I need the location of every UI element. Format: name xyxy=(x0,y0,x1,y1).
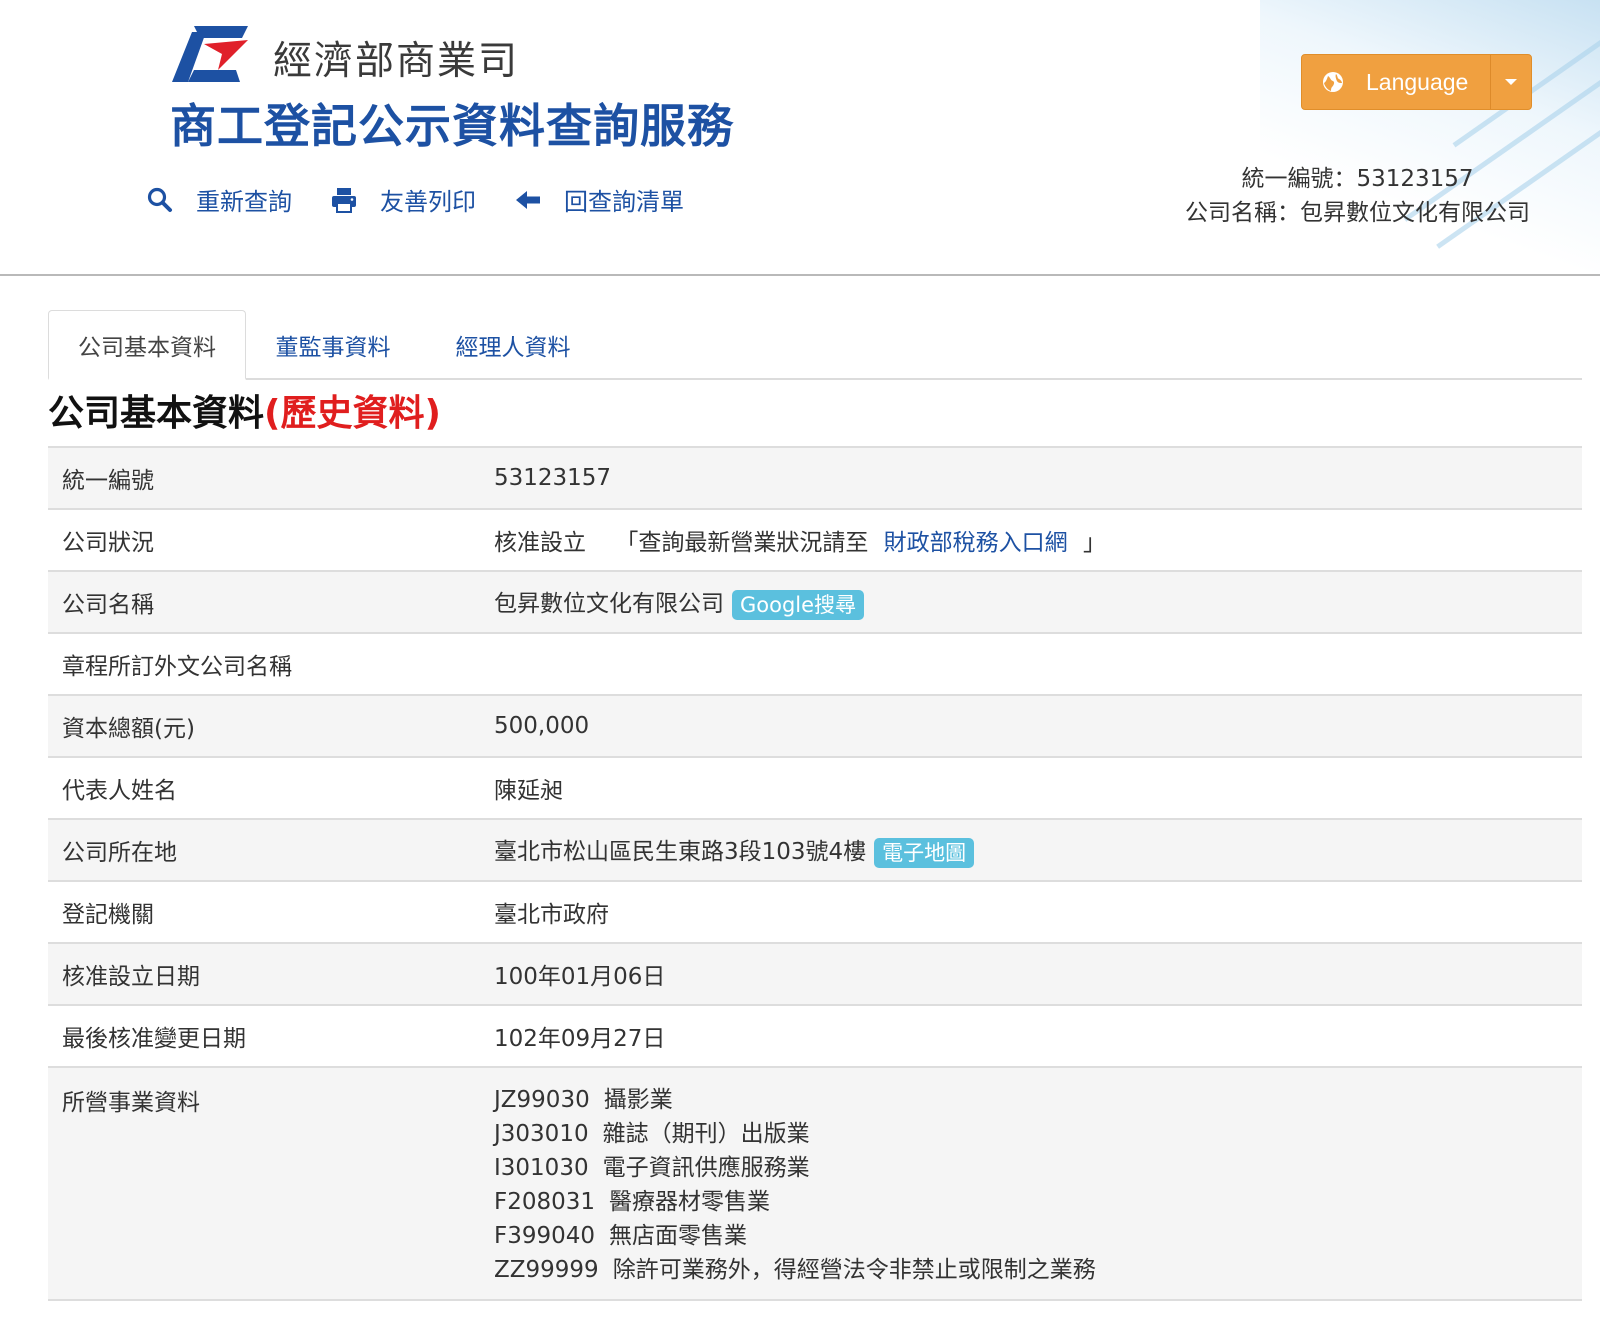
language-button-main[interactable]: Language xyxy=(1302,55,1490,109)
company-name-value: 包昇數位文化有限公司 xyxy=(494,591,724,618)
ministry-name: 經濟部商業司 xyxy=(273,39,520,84)
business-desc: 醫療器材零售業 xyxy=(609,1189,771,1215)
map-button[interactable]: 電子地圖 xyxy=(874,837,975,868)
row-key: 所營事業資料 xyxy=(62,1090,200,1116)
business-item: F208031 醫療器材零售業 xyxy=(494,1185,1582,1219)
row-key: 最後核准變更日期 xyxy=(62,1026,246,1052)
business-item: J303010 雜誌（期刊）出版業 xyxy=(494,1117,1582,1151)
business-code: JZ99030 xyxy=(494,1087,590,1113)
row-key: 核准設立日期 xyxy=(62,964,200,990)
business-item: ZZ99999 除許可業務外，得經營法令非禁止或限制之業務 xyxy=(494,1253,1582,1287)
table-row: 所營事業資料 JZ99030 攝影業 J303010 雜誌（期刊）出版業 I3010… xyxy=(48,1068,1582,1301)
history-label: (歷史資料) xyxy=(264,393,441,434)
row-key: 章程所訂外文公司名稱 xyxy=(62,654,292,680)
row-key: 公司名稱 xyxy=(62,592,154,618)
tab-bar: 公司基本資料 董監事資料 經理人資料 xyxy=(48,310,1582,380)
tab-company-basic[interactable]: 公司基本資料 xyxy=(48,310,246,380)
business-code: J303010 xyxy=(494,1121,589,1147)
table-row: 章程所訂外文公司名稱 xyxy=(48,634,1582,696)
action-nav: 重新查詢 友善列印 回查詢清單 xyxy=(146,182,722,217)
ministry-logo xyxy=(172,26,248,82)
print-icon xyxy=(332,187,356,213)
print-label: 友善列印 xyxy=(380,188,476,216)
business-desc: 無店面零售業 xyxy=(609,1223,748,1249)
row-key: 資本總額(元) xyxy=(62,716,195,742)
section-title: 公司基本資料(歷史資料) xyxy=(48,384,441,436)
table-row: 公司所在地 臺北市松山區民生東路3段103號4樓 電子地圖 xyxy=(48,820,1582,882)
status-value: 核准設立 xyxy=(494,530,586,556)
business-code: I301030 xyxy=(494,1155,589,1181)
row-value: 102年09月27日 xyxy=(494,1026,666,1052)
business-desc: 除許可業務外，得經營法令非禁止或限制之業務 xyxy=(612,1257,1096,1283)
google-search-button[interactable]: Google搜尋 xyxy=(732,589,865,620)
new-search-label: 重新查詢 xyxy=(196,188,292,216)
tab-directors[interactable]: 董監事資料 xyxy=(258,310,408,380)
summary-company-name: 公司名稱：包昇數位文化有限公司 xyxy=(1185,200,1530,226)
company-info-table: 統一編號 53123157 公司狀況 核准設立 「查詢最新營業狀況請至 財政部稅… xyxy=(48,446,1582,1301)
business-code: F399040 xyxy=(494,1223,596,1249)
table-row: 最後核准變更日期 102年09月27日 xyxy=(48,1006,1582,1068)
globe-icon xyxy=(1323,72,1343,92)
back-to-list-link[interactable]: 回查詢清單 xyxy=(514,182,684,217)
row-key: 代表人姓名 xyxy=(62,778,177,804)
business-code: ZZ99999 xyxy=(494,1257,599,1283)
business-item: F399040 無店面零售業 xyxy=(494,1219,1582,1253)
service-title: 商工登記公示資料查詢服務 xyxy=(170,99,734,153)
row-value: 陳延昶 xyxy=(494,778,563,804)
row-key: 登記機關 xyxy=(62,902,154,928)
address-value: 臺北市松山區民生東路3段103號4樓 xyxy=(494,839,867,866)
new-search-link[interactable]: 重新查詢 xyxy=(146,182,292,217)
table-row: 公司狀況 核准設立 「查詢最新營業狀況請至 財政部稅務入口網 」 xyxy=(48,510,1582,572)
row-value: 核准設立 「查詢最新營業狀況請至 財政部稅務入口網 」 xyxy=(494,523,1582,557)
row-value: 臺北市松山區民生東路3段103號4樓 電子地圖 xyxy=(494,832,1582,868)
row-key: 統一編號 xyxy=(62,468,154,494)
row-value: 臺北市政府 xyxy=(494,902,609,928)
table-row: 資本總額(元) 500,000 xyxy=(48,696,1582,758)
summary-uid: 統一編號：53123157 xyxy=(1241,166,1474,192)
status-note-prefix: 「查詢最新營業狀況請至 xyxy=(615,530,869,556)
row-value: 500,000 xyxy=(494,713,590,739)
language-caret[interactable] xyxy=(1490,55,1531,109)
row-value: 53123157 xyxy=(494,465,612,491)
status-note-suffix: 」 xyxy=(1082,530,1106,556)
tab-managers[interactable]: 經理人資料 xyxy=(438,310,588,380)
business-desc: 雜誌（期刊）出版業 xyxy=(602,1121,810,1147)
table-row: 代表人姓名 陳延昶 xyxy=(48,758,1582,820)
section-title-text: 公司基本資料 xyxy=(48,393,265,434)
back-to-list-label: 回查詢清單 xyxy=(564,188,684,216)
business-item: JZ99030 攝影業 xyxy=(494,1083,1582,1117)
business-code: F208031 xyxy=(494,1189,596,1215)
tax-portal-link[interactable]: 財政部稅務入口網 xyxy=(884,530,1068,556)
table-row: 核准設立日期 100年01月06日 xyxy=(48,944,1582,1006)
print-link[interactable]: 友善列印 xyxy=(330,182,476,217)
language-dropdown-button[interactable]: Language xyxy=(1301,54,1532,110)
page-header: 經濟部商業司 商工登記公示資料查詢服務 重新查詢 友善列印 回查詢清單 Lang… xyxy=(0,0,1600,276)
chevron-down-icon xyxy=(1505,79,1517,85)
business-desc: 電子資訊供應服務業 xyxy=(602,1155,810,1181)
arrow-left-icon xyxy=(516,190,540,209)
business-list: JZ99030 攝影業 J303010 雜誌（期刊）出版業 I301030 電子資訊供… xyxy=(494,1083,1582,1287)
company-summary: 統一編號：53123157 公司名稱：包昇數位文化有限公司 xyxy=(1185,162,1530,230)
search-icon xyxy=(147,187,172,212)
business-desc: 攝影業 xyxy=(603,1087,673,1113)
table-row: 登記機關 臺北市政府 xyxy=(48,882,1582,944)
table-row: 公司名稱 包昇數位文化有限公司 Google搜尋 xyxy=(48,572,1582,634)
row-value: 包昇數位文化有限公司 Google搜尋 xyxy=(494,584,1582,620)
row-key: 公司所在地 xyxy=(62,840,177,866)
row-key: 公司狀況 xyxy=(62,530,154,556)
table-row: 統一編號 53123157 xyxy=(48,448,1582,510)
business-item: I301030 電子資訊供應服務業 xyxy=(494,1151,1582,1185)
header-decoration xyxy=(1260,0,1600,274)
language-label: Language xyxy=(1366,68,1469,95)
row-value: 100年01月06日 xyxy=(494,964,666,990)
